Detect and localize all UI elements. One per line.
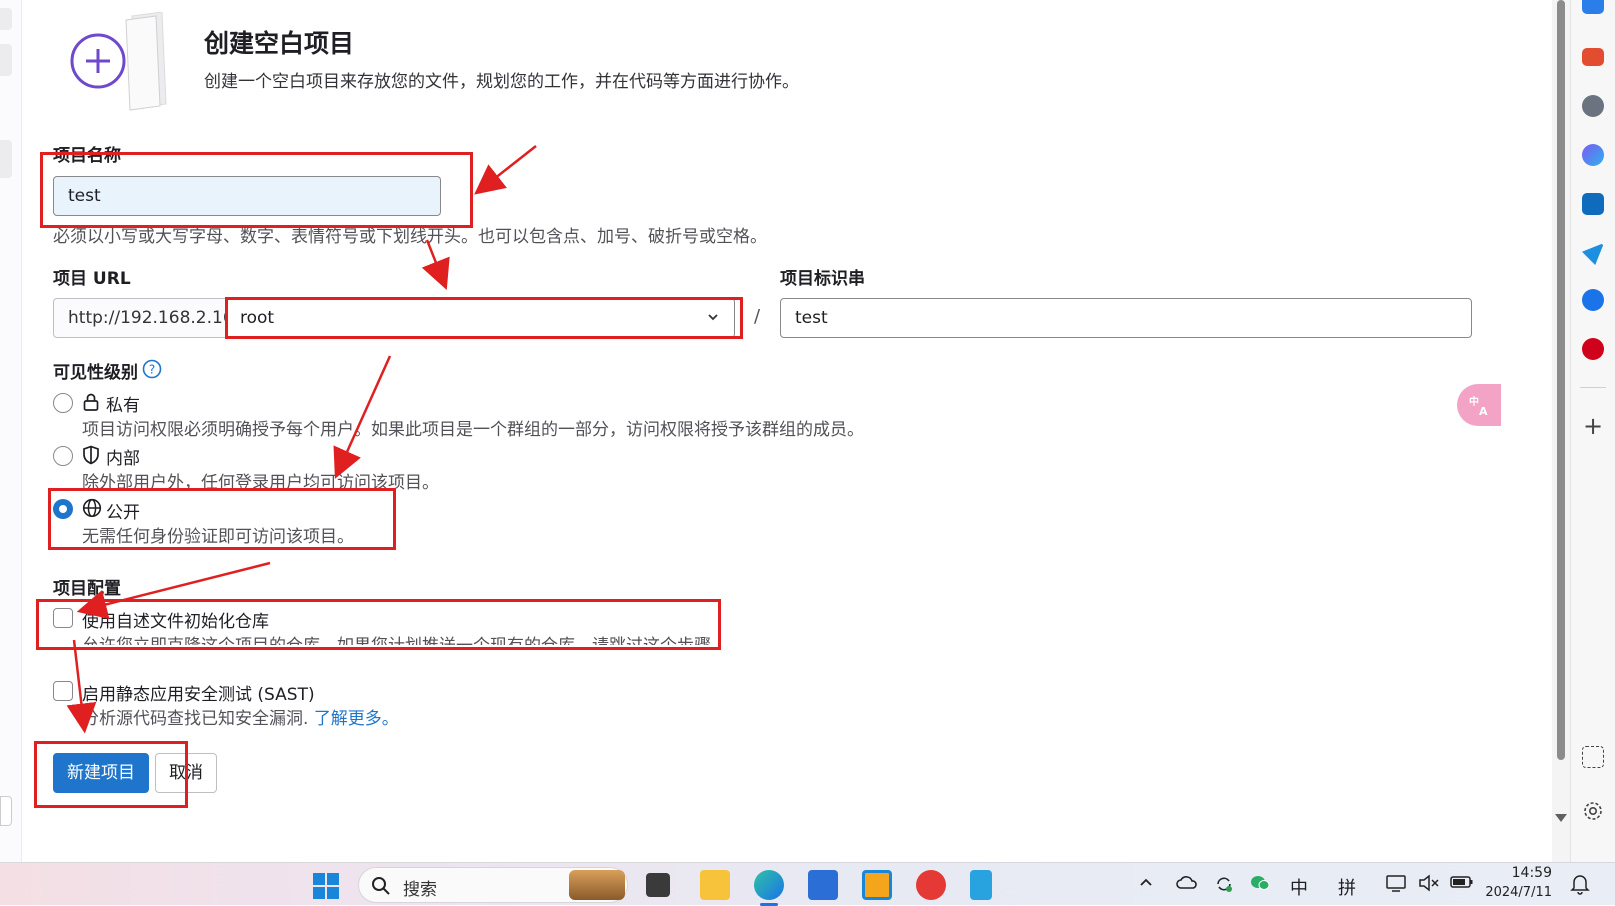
z-app-icon[interactable] bbox=[1582, 289, 1604, 311]
project-name-help: 必须以小写或大写字母、数字、表情符号或下划线开头。也可以包含点、加号、破折号或空… bbox=[53, 227, 767, 247]
search-highlight-image bbox=[569, 870, 625, 900]
visibility-internal-title: 内部 bbox=[106, 449, 140, 469]
store-icon[interactable] bbox=[808, 870, 838, 900]
cloud-icon[interactable] bbox=[1176, 874, 1198, 895]
project-url-label: 项目 URL bbox=[53, 269, 131, 289]
app-icon[interactable] bbox=[862, 870, 892, 900]
volume-muted-icon[interactable] bbox=[1418, 874, 1440, 897]
blank-project-illustration bbox=[70, 11, 180, 112]
project-url-prefix: http://192.168.2.16/ bbox=[53, 298, 239, 338]
svg-text:中: 中 bbox=[1469, 395, 1479, 408]
tag-icon[interactable] bbox=[1582, 0, 1604, 14]
add-icon[interactable]: + bbox=[1583, 414, 1603, 438]
snail-app-icon[interactable] bbox=[916, 870, 946, 900]
sync-icon[interactable] bbox=[1214, 874, 1234, 899]
svg-text:A: A bbox=[1479, 405, 1488, 417]
svg-text:?: ? bbox=[149, 363, 155, 377]
file-explorer-icon[interactable] bbox=[700, 870, 730, 900]
task-view-icon[interactable] bbox=[646, 873, 670, 897]
battery-icon[interactable] bbox=[1450, 874, 1474, 895]
search-icon bbox=[371, 876, 391, 900]
visibility-internal-help: 除外部用户外，任何登录用户均可访问该项目。 bbox=[82, 473, 439, 493]
gear-icon[interactable] bbox=[1582, 800, 1604, 826]
windows-taskbar: 搜索 中 拼 14:59 2024/7/11 bbox=[0, 862, 1615, 906]
visibility-private-radio[interactable] bbox=[53, 393, 73, 413]
left-sidebar-rail bbox=[0, 0, 22, 862]
learn-more-link[interactable]: 了解更多。 bbox=[314, 709, 399, 729]
readme-title: 使用自述文件初始化仓库 bbox=[82, 612, 269, 632]
side-panel-divider bbox=[1580, 387, 1606, 388]
page-title: 创建空白项目 bbox=[204, 29, 355, 58]
visibility-public-help: 无需任何身份验证即可访问该项目。 bbox=[82, 527, 354, 547]
notepad-icon[interactable] bbox=[970, 870, 992, 900]
readme-checkbox[interactable] bbox=[53, 608, 73, 628]
outlook-icon[interactable] bbox=[1582, 193, 1604, 215]
visibility-label: 可见性级别 bbox=[53, 363, 138, 383]
project-config-label: 项目配置 bbox=[53, 579, 121, 599]
games-icon[interactable] bbox=[1582, 95, 1604, 117]
main-content: 创建空白项目 创建一个空白项目来存放您的文件，规划您的工作，并在代码等方面进行协… bbox=[22, 0, 1552, 862]
url-separator: / bbox=[754, 306, 761, 327]
ime-mode-indicator[interactable]: 拼 bbox=[1338, 874, 1356, 900]
emblem-icon[interactable] bbox=[1582, 338, 1604, 360]
page-scrollbar[interactable] bbox=[1552, 0, 1570, 862]
globe-icon bbox=[82, 498, 102, 522]
screenshot-icon[interactable] bbox=[1582, 746, 1604, 768]
sidebar-nub[interactable] bbox=[0, 8, 12, 30]
sast-title: 启用静态应用安全测试 (SAST) bbox=[82, 685, 315, 705]
taskbar-search-box[interactable]: 搜索 bbox=[358, 867, 628, 903]
windows-start-icon[interactable] bbox=[312, 872, 340, 900]
network-icon[interactable] bbox=[1386, 874, 1408, 897]
edge-browser-icon[interactable] bbox=[754, 870, 784, 900]
scroll-down-arrow-icon[interactable] bbox=[1555, 814, 1567, 822]
sidebar-nub[interactable] bbox=[0, 44, 12, 76]
ime-lang-indicator[interactable]: 中 bbox=[1290, 874, 1308, 900]
readme-help: 允许您立即克隆这个项目的仓库。如果您计划推送一个现有的仓库，请跳过这个步骤。 bbox=[82, 631, 722, 645]
sast-help-text: 分析源代码查找已知安全漏洞. bbox=[82, 709, 309, 729]
lock-icon bbox=[82, 392, 100, 416]
project-slug-label: 项目标识串 bbox=[780, 269, 865, 289]
project-slug-input[interactable]: test bbox=[780, 298, 1472, 338]
browser-side-panel: + bbox=[1570, 0, 1615, 862]
scrollbar-thumb[interactable] bbox=[1557, 0, 1565, 760]
sast-checkbox[interactable] bbox=[53, 681, 73, 701]
sidebar-nub-active[interactable] bbox=[0, 140, 12, 178]
telegram-icon[interactable] bbox=[1582, 243, 1604, 265]
translate-float-icon[interactable]: 中A bbox=[1457, 384, 1501, 426]
cancel-button[interactable]: 取消 bbox=[155, 753, 217, 793]
sast-help: 分析源代码查找已知安全漏洞. 了解更多。 bbox=[82, 704, 399, 729]
notification-bell-icon[interactable] bbox=[1570, 873, 1590, 899]
copilot-icon[interactable] bbox=[1582, 144, 1604, 166]
search-placeholder: 搜索 bbox=[403, 880, 437, 900]
chevron-down-icon bbox=[706, 299, 720, 351]
chevron-up-icon[interactable] bbox=[1138, 874, 1154, 895]
clock-date[interactable]: 2024/7/11 bbox=[1482, 885, 1552, 903]
visibility-internal-radio[interactable] bbox=[53, 446, 73, 466]
page-description: 创建一个空白项目来存放您的文件，规划您的工作，并在代码等方面进行协作。 bbox=[204, 72, 799, 92]
wechat-icon[interactable] bbox=[1250, 874, 1270, 897]
toolbox-icon[interactable] bbox=[1582, 48, 1604, 66]
namespace-value: root bbox=[240, 308, 275, 328]
help-icon[interactable]: ? bbox=[142, 359, 162, 383]
sidebar-collapse-button[interactable] bbox=[0, 796, 12, 826]
shield-icon bbox=[82, 445, 100, 469]
project-name-input[interactable]: test bbox=[53, 176, 441, 216]
clock-time[interactable]: 14:59 bbox=[1492, 865, 1552, 881]
visibility-private-help: 项目访问权限必须明确授予每个用户。如果此项目是一个群组的一部分，访问权限将授予该… bbox=[82, 420, 864, 440]
project-name-label: 项目名称 bbox=[53, 146, 121, 166]
create-project-button[interactable]: 新建项目 bbox=[53, 753, 149, 793]
visibility-private-title: 私有 bbox=[106, 396, 140, 416]
visibility-public-title: 公开 bbox=[106, 503, 140, 523]
visibility-public-radio[interactable] bbox=[53, 499, 73, 519]
namespace-select[interactable]: root bbox=[225, 298, 735, 338]
